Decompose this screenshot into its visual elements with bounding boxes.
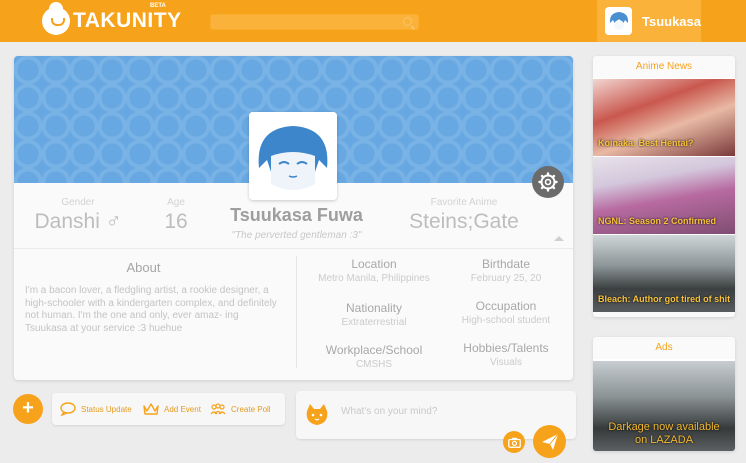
anime-news-panel: Anime News Koinaka: Best Hentai? NGNL: S… (593, 56, 735, 317)
occupation-label: Occupation (475, 299, 537, 313)
age-label: Age (167, 197, 185, 208)
takunity-logo[interactable]: TAKUNITY (42, 2, 182, 36)
status-update-label: Status Update (81, 404, 132, 414)
hobbies-value: Visuals (489, 357, 523, 368)
top-bar: TAKUNITY BETA Tsuukasa (0, 0, 746, 42)
profile-settings-button[interactable] (532, 166, 564, 198)
hobbies-label: Hobbies/Talents (463, 341, 549, 355)
status-update-button[interactable]: Status Update (60, 402, 132, 416)
beta-badge: BETA (150, 3, 166, 9)
anime-news-title: Anime News (635, 61, 693, 72)
workplace-label: Workplace/School (325, 343, 423, 357)
add-event-label: Add Event (164, 404, 201, 414)
post-actions-bar: Status Update Add Event Create Poll (52, 393, 285, 425)
divider (14, 248, 573, 249)
favorite-anime-value: Steins;Gate (409, 210, 519, 233)
age-stat: Age 16 (150, 197, 202, 234)
paper-plane-icon (541, 433, 558, 450)
logo-text: TAKUNITY (73, 9, 182, 32)
people-icon (210, 403, 226, 415)
ad-caption-line1: Darkage now available (608, 421, 720, 433)
profile-card: Gender Danshi ♂ Age 16 Tsuukasa Fuwa "Th… (14, 56, 573, 380)
gender-stat: Gender Danshi ♂ (22, 197, 134, 234)
about-text: I'm a bacon lover, a fledgling artist, a… (25, 285, 277, 334)
age-value: 16 (164, 210, 188, 233)
create-poll-button[interactable]: Create Poll (210, 402, 271, 416)
about-heading: About (126, 260, 161, 275)
create-poll-label: Create Poll (231, 404, 271, 414)
ad-banner[interactable]: Darkage now available on LAZADA (593, 359, 735, 451)
profile-picture[interactable] (249, 112, 337, 200)
birthdate-value: February 25, 20 (470, 273, 542, 284)
user-profile-button[interactable]: Tsuukasa (597, 0, 701, 42)
news-caption: Bleach: Author got tired of shit (598, 294, 731, 304)
gender-value: Danshi ♂ (34, 210, 122, 233)
camera-icon (507, 437, 521, 448)
birthdate-label: Birthdate (481, 257, 531, 271)
collapse-caret-icon[interactable] (554, 236, 564, 241)
user-avatar (605, 7, 632, 35)
search-icon[interactable] (403, 17, 412, 26)
info-workplace: Workplace/School CMSHS (304, 343, 444, 370)
favorite-anime-stat: Favorite Anime Steins;Gate (394, 197, 534, 234)
info-occupation: Occupation High-school student (436, 299, 573, 326)
gear-icon (538, 172, 558, 192)
info-nationality: Nationality Extraterrestrial (304, 301, 444, 328)
vertical-divider (296, 256, 297, 368)
post-input[interactable]: What's on your mind? (341, 406, 437, 417)
profile-tagline: "The perverted gentleman :3" (231, 230, 362, 241)
info-location: Location Metro Manila, Philippines (304, 257, 444, 284)
news-item[interactable]: NGNL: Season 2 Confirmed (593, 156, 735, 234)
ads-title: Ads (655, 342, 673, 353)
occupation-value: High-school student (461, 315, 551, 326)
news-item[interactable]: Bleach: Author got tired of shit (593, 234, 735, 312)
favorite-anime-label: Favorite Anime (430, 197, 498, 208)
speech-bubble-icon (60, 402, 76, 416)
logo-mascot-icon (42, 2, 70, 35)
news-item[interactable]: Koinaka: Best Hentai? (593, 78, 735, 156)
add-post-button[interactable]: + (13, 394, 43, 424)
news-caption: Koinaka: Best Hentai? (598, 138, 694, 148)
ads-panel: Ads Darkage now available on LAZADA (593, 337, 735, 451)
gender-label: Gender (61, 197, 95, 208)
info-hobbies: Hobbies/Talents Visuals (436, 341, 573, 368)
info-birthdate: Birthdate February 25, 20 (436, 257, 573, 284)
send-post-button[interactable] (533, 425, 566, 458)
location-label: Location (351, 257, 397, 271)
search-input[interactable] (210, 14, 419, 30)
add-event-button[interactable]: Add Event (143, 402, 201, 416)
post-composer: What's on your mind? (296, 391, 576, 439)
workplace-value: CMSHS (355, 359, 393, 370)
nationality-value: Extraterrestrial (341, 317, 407, 328)
news-caption: NGNL: Season 2 Confirmed (598, 216, 717, 226)
profile-name: Tsuukasa Fuwa (230, 205, 363, 225)
composer-avatar (306, 404, 328, 425)
ad-caption-line2: on LAZADA (634, 434, 694, 446)
crown-icon (143, 403, 159, 415)
attach-photo-button[interactable] (503, 431, 525, 453)
nationality-label: Nationality (345, 301, 403, 315)
location-value: Metro Manila, Philippines (318, 273, 430, 284)
ad-caption: Darkage now available on LAZADA (593, 421, 735, 447)
user-name: Tsuukasa (641, 13, 701, 29)
